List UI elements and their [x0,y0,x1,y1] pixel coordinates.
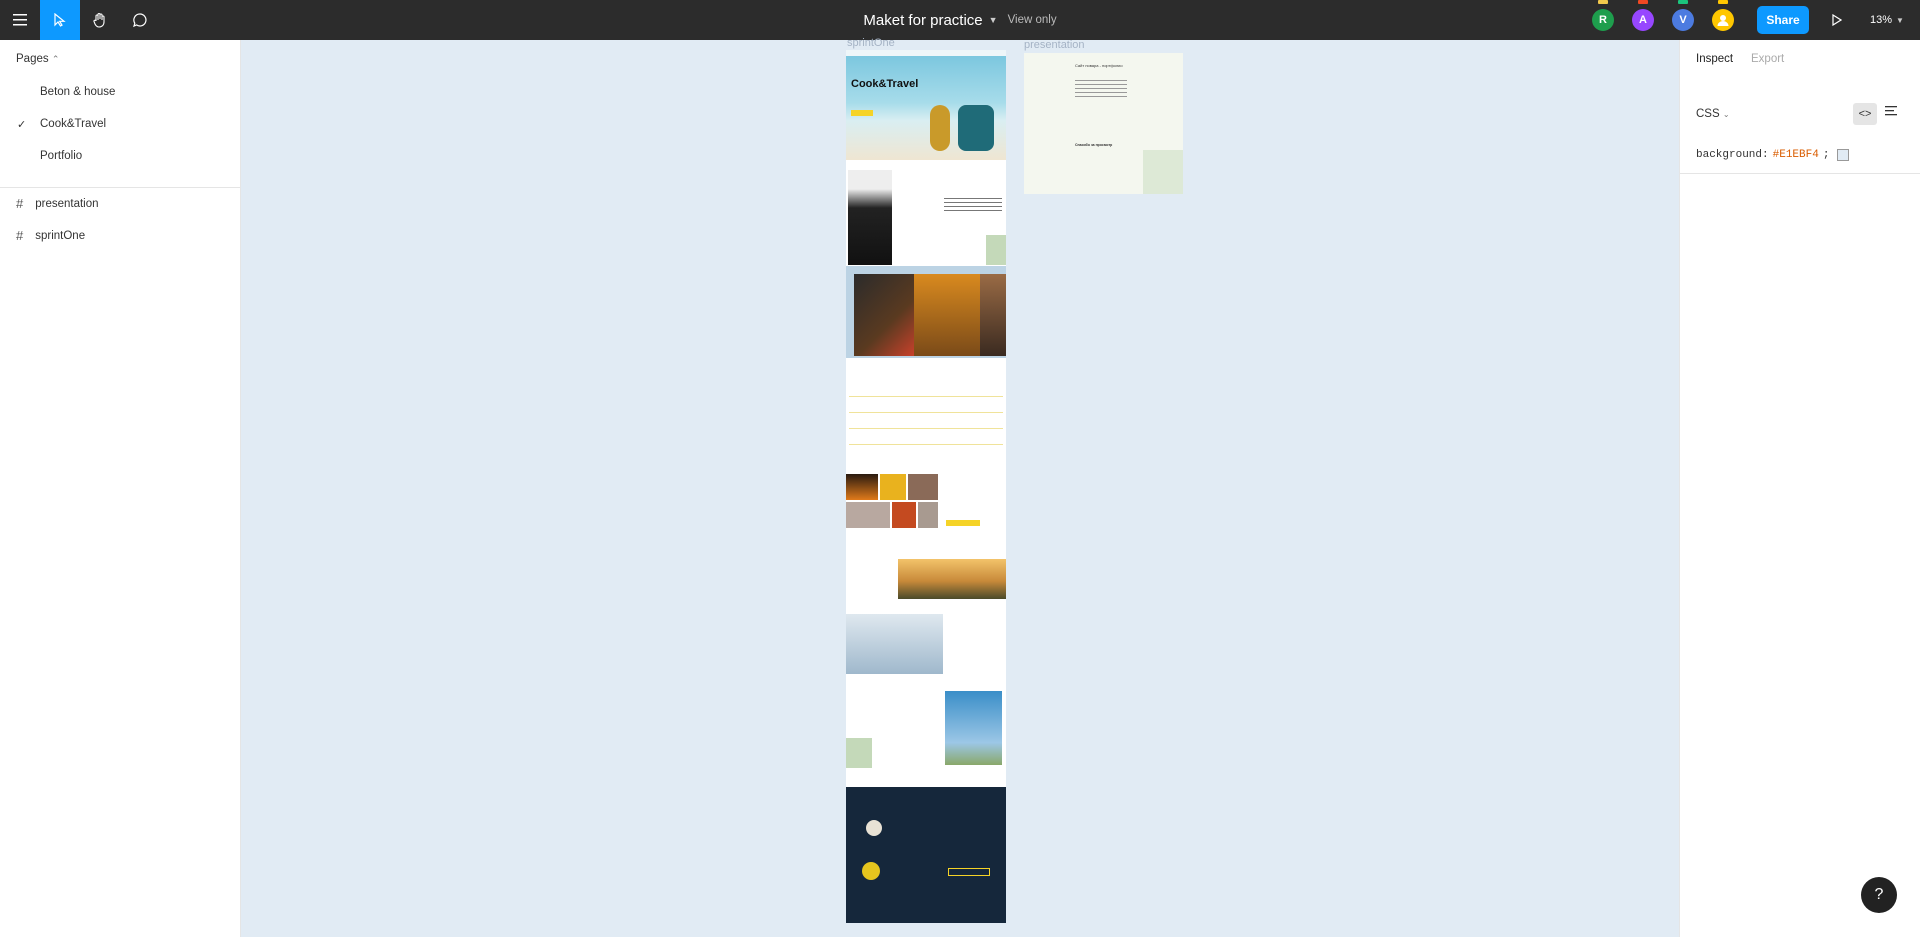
page-item-beton-house[interactable]: Beton & house [40,86,115,98]
gallery-photo [854,274,914,356]
frame-label-presentation[interactable]: presentation [1024,39,1085,51]
table-row-line [849,428,1003,429]
page-item-portfolio[interactable]: Portfolio [40,150,82,162]
panel-divider [0,187,240,188]
frame-presentation[interactable]: Сайт повара - портфолио Спасибо за просм… [1024,53,1183,194]
pages-panel: Pages ⌃ Beton & house ✓ Cook&Travel Port… [0,40,241,937]
panel-divider [1680,173,1920,174]
table-row-line [849,444,1003,445]
check-icon: ✓ [17,119,27,131]
footer-button [948,868,990,876]
list-icon [1885,106,1897,116]
spice-bowl [866,820,882,836]
css-semicolon: ; [1822,149,1830,161]
leaf-decoration [1143,150,1183,194]
color-swatch [1837,149,1850,161]
chevron-up-icon: ⌃ [51,54,60,64]
avatar-initial: R [1599,14,1607,26]
collaborator-avatar[interactable]: A [1632,0,1654,31]
zoom-control[interactable]: 13% ▼ [1870,0,1904,40]
css-code-line[interactable]: background: #E1EBF4; [1696,149,1850,161]
user-icon [1717,15,1729,26]
list-view-button[interactable] [1885,104,1897,119]
frame-sprintone[interactable]: Cook&Travel [846,50,1006,923]
present-button[interactable] [1817,0,1857,40]
cursor-color-tick [1638,0,1648,4]
backpack-image [958,105,994,151]
food-photo [908,474,938,500]
cursor-color-tick [1678,0,1688,4]
tab-export[interactable]: Export [1751,53,1784,65]
chevron-down-icon[interactable]: ▼ [989,15,998,25]
leaf-decoration [986,235,1006,265]
pineapple-image [930,105,950,151]
help-button[interactable]: ? [1861,877,1897,913]
tab-inspect[interactable]: Inspect [1696,53,1733,65]
food-button [946,520,980,526]
snow-photo [846,614,943,674]
canvas[interactable]: sprintOne presentation Cook&Travel Сайт … [241,37,1679,937]
play-icon [1832,14,1842,26]
top-toolbar: Maket for practice ▼ View only R A V Sha… [0,0,1920,40]
cursor-color-tick [1598,0,1608,4]
code-icon: <> [1858,108,1872,120]
lemon-slice [862,862,880,880]
frame-icon: # [16,196,24,211]
hero-button [851,110,873,116]
pages-header[interactable]: Pages ⌃ [16,53,59,65]
css-value[interactable]: #E1EBF4 [1773,149,1819,161]
food-photo [846,502,890,528]
presentation-text [1075,77,1127,99]
hero-title: Cook&Travel [851,78,919,90]
gallery-photo [914,274,980,356]
inspect-panel: Inspect Export CSS ⌄ <> background: #E1E… [1679,40,1920,937]
chef-photo [848,170,892,265]
share-button[interactable]: Share [1757,6,1809,34]
chevron-down-icon: ⌄ [1722,110,1730,119]
layer-item-sprintone[interactable]: # sprintOne [16,228,85,243]
code-language-select[interactable]: CSS ⌄ [1696,108,1730,120]
avatar-initial: V [1679,14,1687,26]
code-view-button[interactable]: <> [1853,103,1877,125]
food-photo [918,502,938,528]
zoom-level: 13% [1870,14,1893,26]
layer-label: presentation [35,197,99,210]
collaborator-avatar[interactable] [1712,0,1734,31]
table-row-line [849,396,1003,397]
layer-label: sprintOne [35,229,86,242]
gallery-photo [980,274,1006,356]
food-photo [892,502,916,528]
food-photo [880,474,906,500]
presentation-section: Спасибо за просмотр [1075,143,1113,147]
food-photo [846,474,878,500]
pages-header-label: Pages [16,53,49,65]
layer-item-presentation[interactable]: # presentation [16,196,99,211]
contact-footer [846,787,1006,923]
file-name[interactable]: Maket for practice [863,12,982,29]
table-row-line [849,412,1003,413]
leaf-decoration [846,738,872,768]
css-property: background: [1696,149,1769,161]
collaborator-avatar[interactable]: V [1672,0,1694,31]
presentation-heading: Сайт повара - портфолио [1075,63,1123,68]
collaborator-avatar[interactable]: R [1592,0,1614,31]
cursor-color-tick [1718,0,1728,4]
frame-icon: # [16,228,24,243]
page-item-cook-travel[interactable]: Cook&Travel [40,118,106,130]
view-only-label: View only [1007,14,1057,26]
pagoda-photo [898,559,1006,599]
chef-bio-text [944,195,1002,211]
chevron-down-icon: ▼ [1896,15,1904,25]
frame-label-sprintone[interactable]: sprintOne [847,37,895,49]
avatar-initial: A [1639,14,1647,26]
code-language-label: CSS [1696,108,1720,120]
eiffel-photo [945,691,1002,765]
